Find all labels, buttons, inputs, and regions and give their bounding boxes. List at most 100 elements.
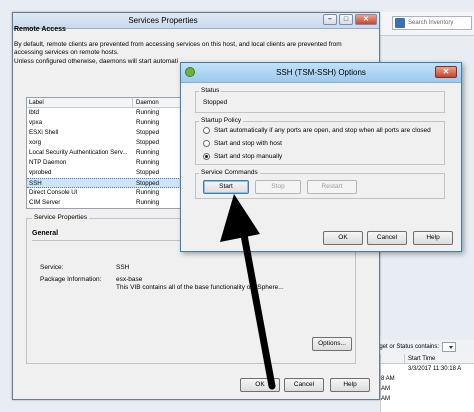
status-label: Status xyxy=(199,87,222,94)
service-label: SSH xyxy=(29,180,42,187)
package-value: esx-base xyxy=(116,276,143,283)
ssh-options-dialog: SSH (TSM-SSH) Options ✕ Status Stopped S… xyxy=(180,62,462,252)
service-label: ESXi Shell xyxy=(29,129,59,136)
maximize-icon[interactable]: □ xyxy=(339,14,353,25)
remote-access-note: Unless configured otherwise, daemons wil… xyxy=(14,58,179,65)
startup-policy-label: Startup Policy xyxy=(199,117,244,124)
cancel-button[interactable]: Cancel xyxy=(284,378,324,392)
table-row[interactable]: 8 AM xyxy=(381,374,474,384)
options-button[interactable]: Options... xyxy=(312,337,352,351)
help-button[interactable]: Help xyxy=(413,231,453,245)
table-row[interactable]: AM xyxy=(381,394,474,404)
ok-button[interactable]: OK xyxy=(240,378,280,392)
service-properties-label: Service Properties xyxy=(32,214,90,221)
service-label: lbtd xyxy=(29,109,39,116)
startup-policy-radio[interactable]: Start and stop manually xyxy=(203,153,282,160)
service-row[interactable]: SSH Stopped xyxy=(27,178,185,188)
search-placeholder: Search Inventory xyxy=(408,20,454,26)
list-header: Label Daemon xyxy=(27,98,185,108)
column-header-start-time[interactable]: Start Time xyxy=(405,354,435,363)
service-commands-label: Service Commands xyxy=(199,169,260,176)
dialog-title: Services Properties xyxy=(128,16,198,25)
service-label: Direct Console UI xyxy=(29,189,78,196)
ok-button[interactable]: OK xyxy=(323,231,363,245)
package-key: Package Information: xyxy=(40,276,102,283)
service-status: Running xyxy=(136,149,160,156)
column-header[interactable] xyxy=(381,354,405,363)
remote-access-description: By default, remote clients are prevented… xyxy=(14,41,342,56)
inventory-search-input[interactable]: Search Inventory xyxy=(392,16,472,30)
service-row[interactable]: vprobed Stopped xyxy=(27,168,185,178)
vsphere-logo-icon xyxy=(185,67,195,77)
radio-icon[interactable] xyxy=(203,127,210,134)
table-cell: 8 AM xyxy=(381,376,395,382)
column-header-label[interactable]: Label xyxy=(27,98,133,107)
start-button[interactable]: Start xyxy=(203,180,249,194)
table-cell: 3/3/2017 11:30:18 A xyxy=(408,366,462,372)
table-cell xyxy=(405,374,408,384)
service-status: Running xyxy=(136,189,160,196)
service-status: Running xyxy=(136,119,160,126)
inventory-icon xyxy=(395,18,405,28)
minimize-icon[interactable]: – xyxy=(323,14,337,25)
service-row[interactable]: NTP Daemon Running xyxy=(27,158,185,168)
services-list[interactable]: Label Daemon lbtd Running vpxa Running ESXi … xyxy=(26,97,186,209)
service-row[interactable]: CIM Server Running xyxy=(27,198,185,208)
service-label: xorg xyxy=(29,139,42,146)
stop-button[interactable]: Stop xyxy=(255,180,301,194)
service-status: Running xyxy=(136,109,160,116)
status-filter: arget or Status contains: xyxy=(372,340,474,354)
general-header: General xyxy=(32,230,59,237)
service-status: Stopped xyxy=(136,139,160,146)
close-icon[interactable]: ✕ xyxy=(355,14,377,25)
service-value: SSH xyxy=(116,264,130,271)
service-row[interactable]: Local Security Authentication Serv... Run… xyxy=(27,148,185,158)
dialog-title: SSH (TSM-SSH) Options xyxy=(276,68,366,77)
service-key: Service: xyxy=(40,264,64,271)
status-group xyxy=(195,91,445,113)
service-status: Running xyxy=(136,159,160,166)
table-cell: AM xyxy=(381,386,390,392)
table-cell: AM xyxy=(381,396,390,402)
radio-icon[interactable] xyxy=(203,140,210,147)
service-label: Local Security Authentication Serv... xyxy=(29,149,128,156)
filter-label: arget or Status contains: xyxy=(374,344,440,350)
service-label: vpxa xyxy=(29,119,43,126)
table-cell xyxy=(381,364,405,374)
table-cell xyxy=(405,384,408,394)
startup-policy-radio[interactable]: Start and stop with host xyxy=(203,140,282,147)
radio-icon[interactable] xyxy=(203,153,210,160)
dialog-titlebar[interactable]: Services Properties – □ ✕ xyxy=(13,13,379,29)
status-value: Stopped xyxy=(203,99,228,106)
close-icon[interactable]: ✕ xyxy=(435,66,457,78)
help-button[interactable]: Help xyxy=(330,378,370,392)
service-label: vprobed xyxy=(29,169,52,176)
service-status: Running xyxy=(136,199,160,206)
radio-label: Start and stop with host xyxy=(214,140,282,147)
radio-label: Start automatically if any ports are ope… xyxy=(214,127,431,134)
recent-tasks-table: Start Time 3/3/2017 11:30:18 A 8 AM AM A… xyxy=(380,354,474,412)
startup-policy-radio[interactable]: Start automatically if any ports are ope… xyxy=(203,127,431,134)
remote-access-header: Remote Access xyxy=(14,26,66,33)
service-status: Stopped xyxy=(136,129,160,136)
package-description: This VIB contains all of the base functi… xyxy=(116,284,284,291)
service-label: CIM Server xyxy=(29,199,61,206)
service-status: Stopped xyxy=(136,180,160,187)
cancel-button[interactable]: Cancel xyxy=(367,231,407,245)
filter-dropdown[interactable] xyxy=(442,342,457,352)
service-row[interactable]: xorg Stopped xyxy=(27,138,185,148)
table-cell xyxy=(405,394,408,404)
service-status: Stopped xyxy=(136,169,160,176)
table-row[interactable]: 3/3/2017 11:30:18 A xyxy=(381,364,474,374)
service-row[interactable]: lbtd Running xyxy=(27,108,185,118)
service-label: NTP Daemon xyxy=(29,159,67,166)
restart-button[interactable]: Restart xyxy=(307,180,357,194)
radio-label: Start and stop manually xyxy=(214,153,283,160)
column-header-daemon[interactable]: Daemon xyxy=(133,98,159,107)
service-row[interactable]: Direct Console UI Running xyxy=(27,188,185,198)
service-row[interactable]: vpxa Running xyxy=(27,118,185,128)
table-header: Start Time xyxy=(381,354,474,364)
service-row[interactable]: ESXi Shell Stopped xyxy=(27,128,185,138)
table-row[interactable]: AM xyxy=(381,384,474,394)
dialog-titlebar[interactable]: SSH (TSM-SSH) Options xyxy=(181,63,461,83)
